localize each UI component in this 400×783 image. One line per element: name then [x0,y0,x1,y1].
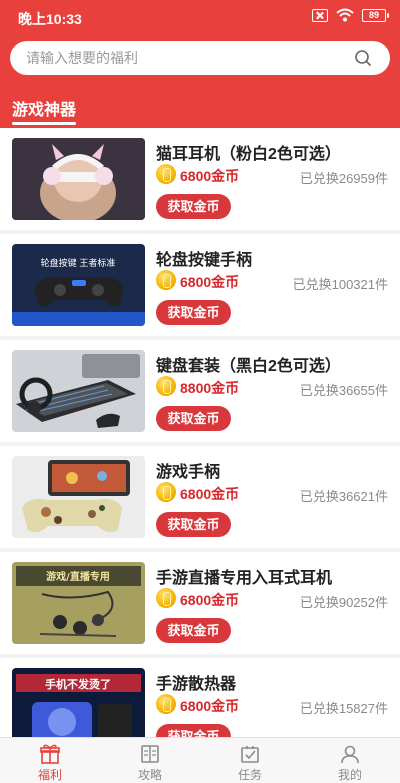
product-item[interactable]: 键盘套装（黑白2色可选） 8800金币 已兑换36655件 获取金币 [0,336,400,446]
product-title[interactable]: 键盘套装（黑白2色可选） [156,352,341,376]
product-image[interactable] [12,138,145,220]
wifi-icon [336,8,354,22]
search-bar[interactable] [10,41,390,75]
product-image[interactable] [12,456,145,538]
task-icon [241,746,259,763]
sold-count: 已兑换26959件 [299,171,388,186]
thumb-caption: 手机不发烫了 [45,677,111,691]
header: 晚上10:33 89 游戏神器 [0,0,400,128]
bottom-tab-bar: 福利 攻略 任务 我的 [0,737,400,783]
product-list: 猫耳耳机（粉白2色可选） 6800金币 已兑换26959件 获取金币 轮盘按键 … [0,128,400,764]
coin-icon [156,694,176,714]
tab-guides[interactable]: 攻略 [100,738,200,783]
product-title[interactable]: 轮盘按键手柄 [156,246,252,270]
product-price: 6800金币 [180,274,240,290]
tab-label: 攻略 [137,768,162,782]
user-icon [341,745,359,764]
tab-label: 我的 [337,768,362,782]
get-coins-button[interactable]: 获取金币 [156,618,231,643]
thumb-caption: 轮盘按键 王者标准 [41,257,116,269]
product-item[interactable]: 猫耳耳机（粉白2色可选） 6800金币 已兑换26959件 获取金币 [0,128,400,234]
sold-count: 已兑换15827件 [299,701,388,716]
gift-icon [40,744,60,764]
sold-count: 已兑换90252件 [299,595,388,610]
search-input[interactable] [26,48,346,68]
status-time: 晚上10:33 [18,11,82,27]
section-title[interactable]: 游戏神器 [12,96,76,120]
status-icons: 89 [312,8,389,22]
book-icon [141,745,159,763]
get-coins-button[interactable]: 获取金币 [156,300,231,325]
product-image[interactable] [12,350,145,432]
product-price: 8800金币 [180,380,240,396]
coin-icon [156,588,176,608]
battery-icon: 89 [362,8,389,22]
no-sim-icon [312,8,328,22]
tab-profile[interactable]: 我的 [300,738,400,783]
product-price: 6800金币 [180,486,240,502]
section-underline [12,122,76,125]
search-icon[interactable] [354,49,372,67]
get-coins-button[interactable]: 获取金币 [156,194,231,219]
product-title[interactable]: 游戏手柄 [156,458,220,482]
thumb-caption: 游戏/直播专用 [46,570,110,583]
product-image[interactable]: 游戏/直播专用 [12,562,145,644]
sold-count: 已兑换100321件 [292,277,388,292]
coin-icon [156,482,176,502]
product-item[interactable]: 游戏/直播专用 手游直播专用入耳式耳机 6800金币 已兑换90252件 获取金… [0,548,400,658]
get-coins-button[interactable]: 获取金币 [156,406,231,431]
coin-icon [156,376,176,396]
sold-count: 已兑换36621件 [299,489,388,504]
product-title[interactable]: 猫耳耳机（粉白2色可选） [156,140,341,164]
tab-welfare[interactable]: 福利 [0,738,100,783]
product-price: 6800金币 [180,592,240,608]
sold-count: 已兑换36655件 [299,383,388,398]
product-item[interactable]: 游戏手柄 6800金币 已兑换36621件 获取金币 [0,442,400,552]
product-price: 6800金币 [180,698,240,714]
coin-icon [156,164,176,184]
product-title[interactable]: 手游散热器 [156,670,236,694]
tab-tasks[interactable]: 任务 [200,738,300,783]
product-item[interactable]: 轮盘按键 王者标准 轮盘按键手柄 6800金币 已兑换100321件 获取金币 [0,230,400,340]
status-bar: 晚上10:33 89 [0,0,400,34]
product-image[interactable]: 轮盘按键 王者标准 [12,244,145,326]
product-price: 6800金币 [180,168,240,184]
get-coins-button[interactable]: 获取金币 [156,512,231,537]
tab-label: 福利 [37,768,62,782]
tab-label: 任务 [237,768,262,782]
product-title[interactable]: 手游直播专用入耳式耳机 [156,564,332,588]
coin-icon [156,270,176,290]
